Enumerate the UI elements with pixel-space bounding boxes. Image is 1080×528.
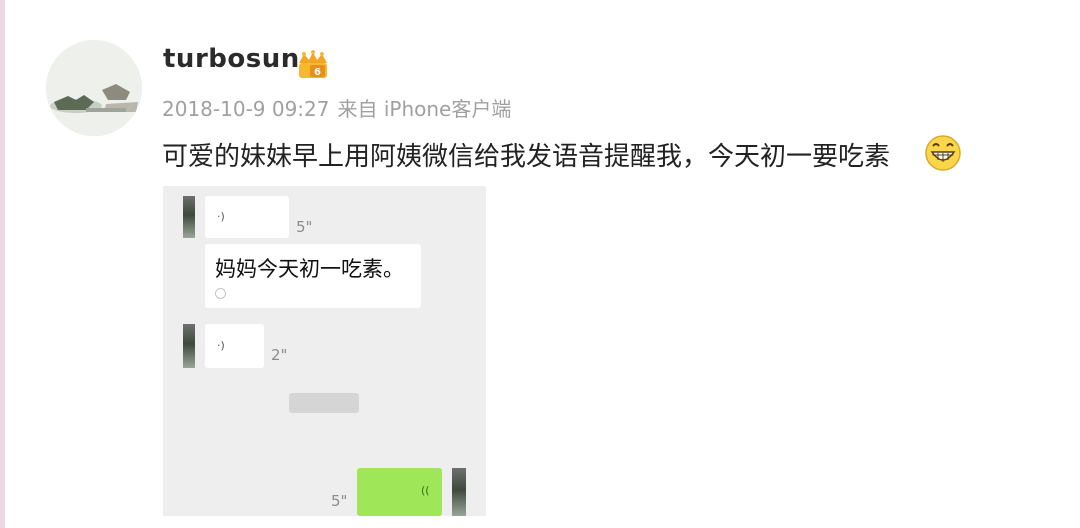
post-meta: 2018-10-9 09:27 来自 iPhone客户端	[162, 93, 511, 122]
system-tip	[289, 393, 359, 413]
voice-message-bubble[interactable]: ·)	[205, 324, 264, 368]
grinning-emoji-icon	[925, 135, 961, 171]
voice-wave-icon: ((	[421, 484, 430, 497]
chat-avatar-received	[183, 324, 195, 368]
voice-duration: 2"	[271, 346, 288, 364]
post-text: 可爱的妹妹早上用阿姨微信给我发语音提醒我，今天初一要吃素	[162, 142, 891, 172]
chat-screenshot[interactable]: ·) 5" 妈妈今天初一吃素。 ·) 2" 5" ((	[163, 186, 486, 516]
voice-wave-icon: ·)	[217, 210, 225, 223]
svg-text:6: 6	[314, 67, 321, 78]
post-timestamp[interactable]: 2018-10-9 09:27	[162, 97, 330, 121]
chat-avatar-received	[183, 196, 195, 238]
voice-duration: 5"	[296, 218, 313, 236]
post-source[interactable]: 来自 iPhone客户端	[338, 97, 512, 121]
info-dot-icon	[215, 288, 226, 299]
voice-message-bubble[interactable]: ·)	[205, 196, 289, 238]
text-message: 妈妈今天初一吃素。	[215, 257, 404, 281]
left-edge-strip	[0, 0, 5, 528]
vip-crown-icon[interactable]: 6	[296, 49, 330, 81]
avatar-image	[46, 40, 142, 136]
chat-avatar-sent	[452, 468, 466, 516]
avatar[interactable]	[46, 40, 142, 136]
sent-voice-message-bubble[interactable]: ((	[357, 468, 442, 516]
voice-wave-icon: ·)	[217, 339, 225, 352]
text-message-sublabel	[215, 288, 229, 299]
username[interactable]: turbosun	[163, 44, 300, 74]
voice-duration: 5"	[331, 492, 348, 510]
text-message-bubble[interactable]: 妈妈今天初一吃素。	[205, 244, 421, 308]
